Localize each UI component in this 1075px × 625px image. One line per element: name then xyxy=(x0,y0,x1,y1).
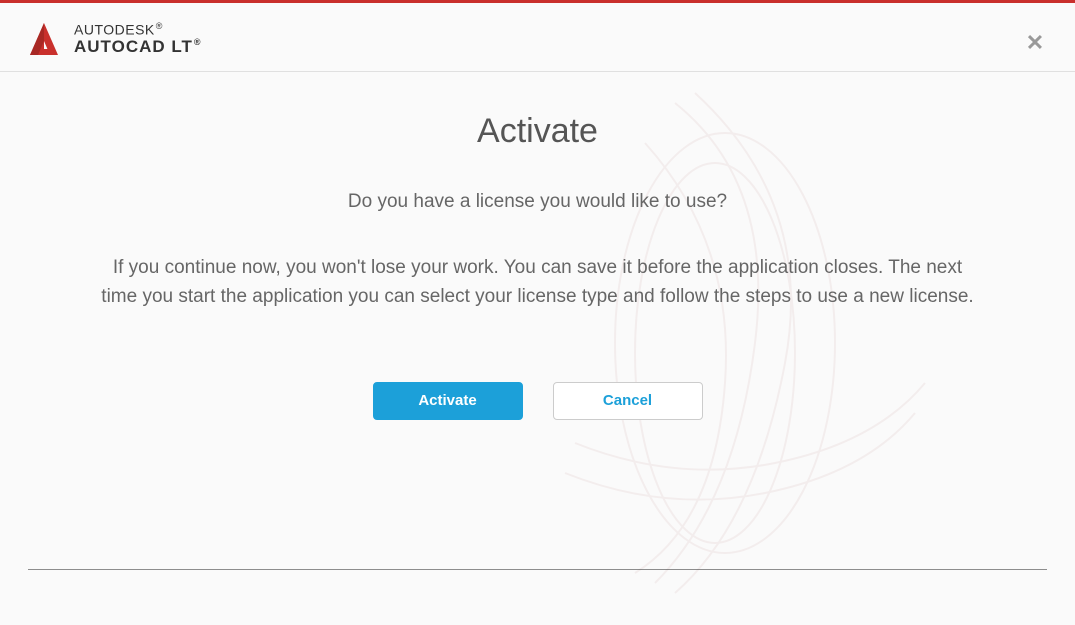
close-button[interactable]: ✕ xyxy=(1025,33,1045,53)
autodesk-logo-icon xyxy=(28,21,60,57)
brand-company: AUTODESK xyxy=(74,22,155,38)
dialog-header: AUTODESK® AUTOCAD LT® ✕ xyxy=(0,3,1075,72)
dialog-title: Activate xyxy=(100,112,975,151)
registered-mark-1: ® xyxy=(156,21,163,31)
close-icon: ✕ xyxy=(1026,32,1044,54)
dialog-content: Activate Do you have a license you would… xyxy=(0,72,1075,420)
brand-block: AUTODESK® AUTOCAD LT® xyxy=(28,21,202,57)
dialog-question: Do you have a license you would like to … xyxy=(100,191,975,213)
button-row: Activate Cancel xyxy=(100,382,975,420)
brand-product: AUTOCAD LT xyxy=(74,37,193,56)
activate-button[interactable]: Activate xyxy=(373,382,523,420)
footer-divider xyxy=(28,569,1047,570)
brand-text: AUTODESK® AUTOCAD LT® xyxy=(74,22,202,55)
dialog-description: If you continue now, you won't lose your… xyxy=(100,253,975,312)
cancel-button[interactable]: Cancel xyxy=(553,382,703,420)
registered-mark-2: ® xyxy=(194,37,202,47)
